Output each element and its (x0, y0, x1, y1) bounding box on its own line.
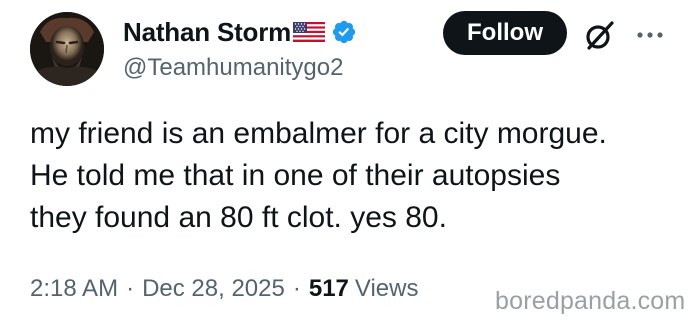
meta-separator: · (292, 275, 301, 302)
avatar[interactable] (30, 12, 104, 86)
author-name-row: Nathan Storm (123, 14, 357, 50)
tweet-time[interactable]: 2:18 AM (30, 275, 118, 303)
grok-icon[interactable] (583, 18, 617, 52)
meta-separator: · (126, 275, 135, 302)
views-label[interactable]: Views (355, 275, 419, 303)
author-handle[interactable]: @Teamhumanitygo2 (123, 54, 343, 82)
tweet-text-line: they found an 80 ft clot. yes 80. (30, 201, 447, 234)
more-horizontal-icon[interactable] (636, 22, 664, 48)
follow-button[interactable]: Follow (443, 11, 567, 55)
tweet-card: Nathan Storm @Teamhumanitygo2 Follow my … (0, 0, 700, 326)
tweet-text-line: He told me that in one of their autopsie… (30, 159, 561, 192)
views-count[interactable]: 517 (309, 275, 349, 303)
author-display-name[interactable]: Nathan Storm (123, 17, 291, 48)
us-flag-icon (292, 21, 326, 43)
verified-badge-icon[interactable] (331, 19, 357, 45)
avatar-portrait-image (30, 12, 104, 86)
tweet-text: my friend is an embalmer for a city morg… (30, 113, 690, 239)
watermark: boredpanda.com (495, 287, 686, 315)
tweet-meta: 2:18 AM · Dec 28, 2025 · 517 Views (30, 275, 418, 303)
tweet-text-line: my friend is an embalmer for a city morg… (30, 117, 607, 150)
tweet-date[interactable]: Dec 28, 2025 (142, 275, 285, 303)
